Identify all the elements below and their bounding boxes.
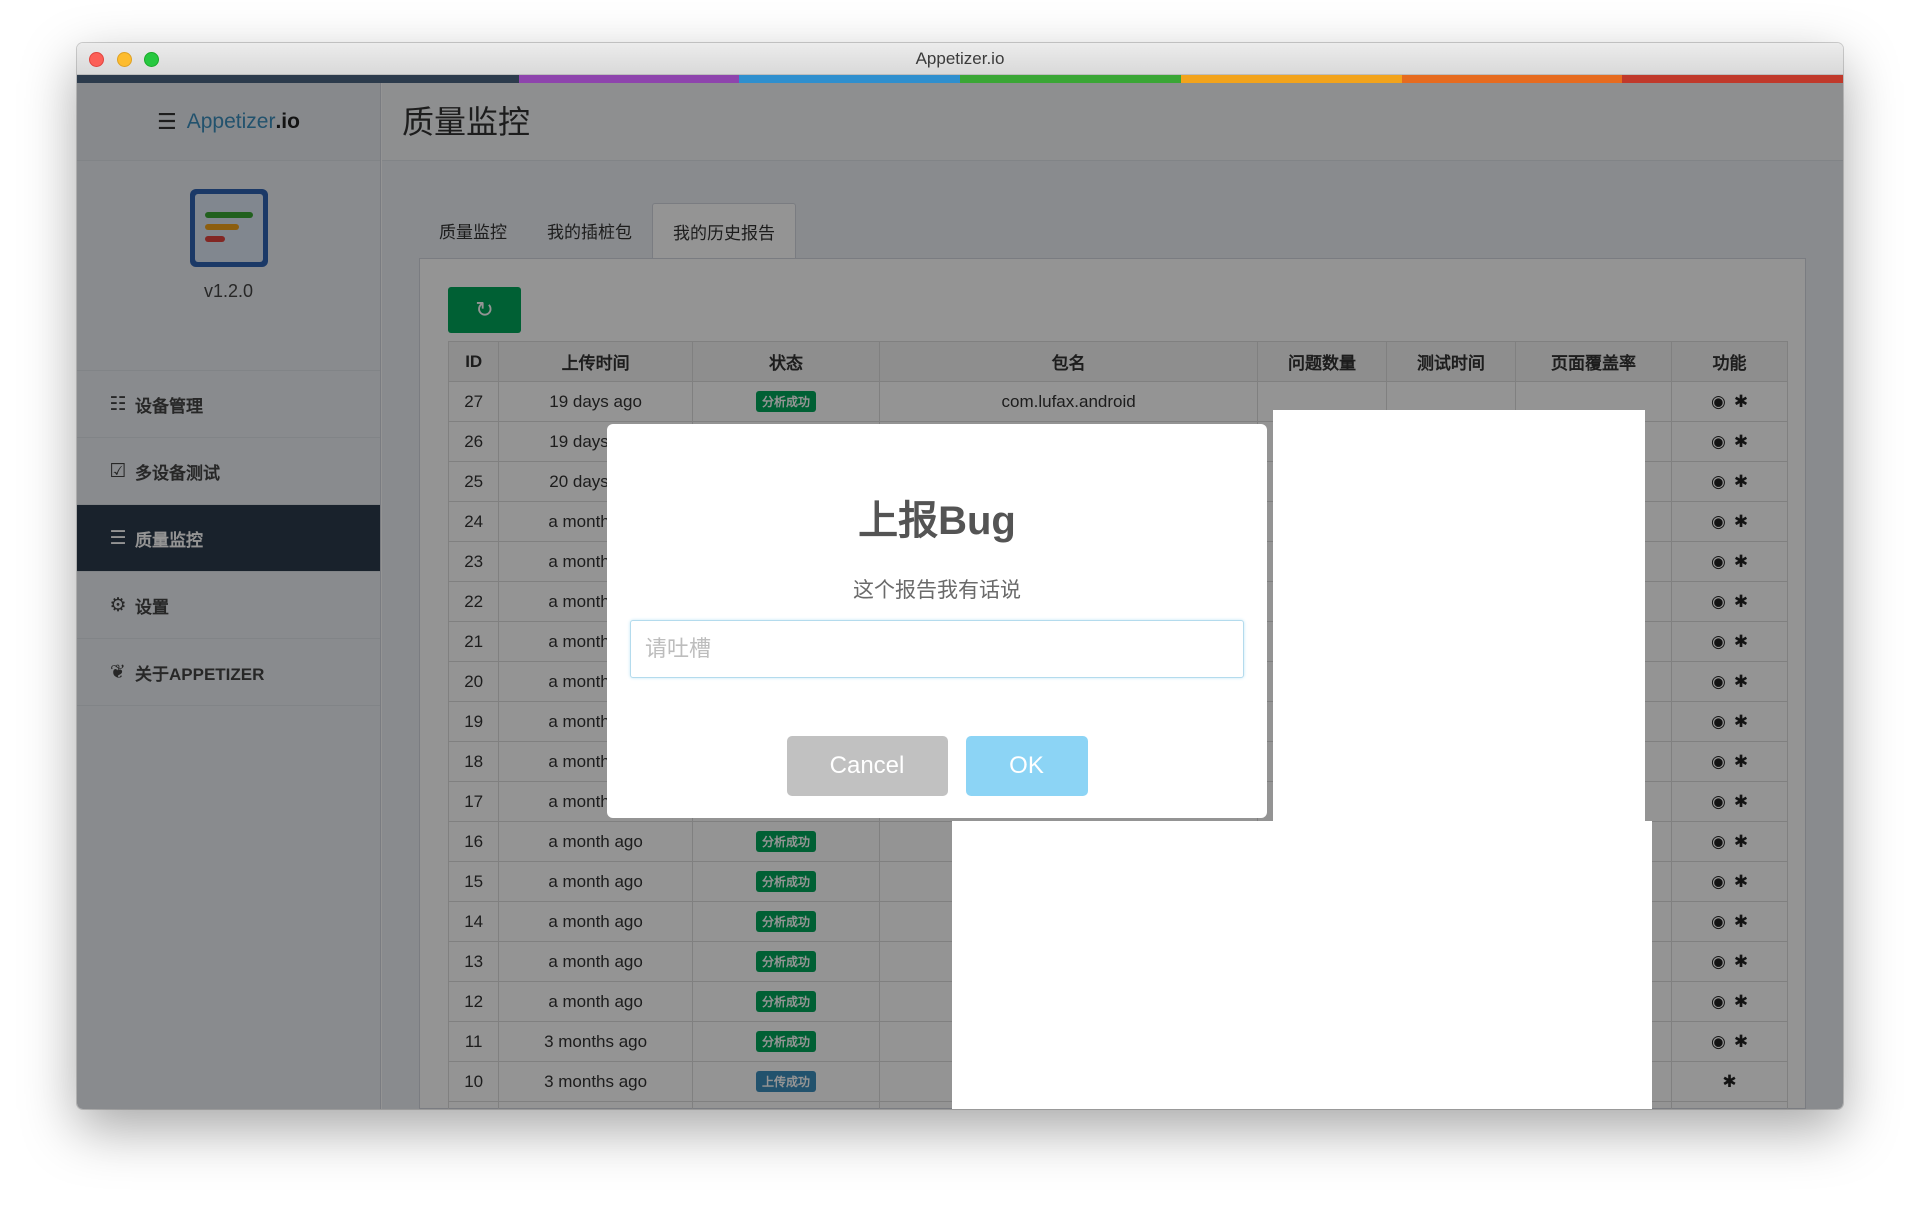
color-strip-segment [960, 75, 1181, 83]
dialog-message: 这个报告我有话说 [853, 579, 1021, 602]
cancel-button[interactable]: Cancel [786, 736, 948, 796]
color-strip-segment [297, 75, 519, 83]
color-strip-segment [77, 75, 298, 83]
window-title: Appetizer.io [915, 49, 1005, 68]
color-strip [77, 75, 1843, 83]
app-window: Appetizer.io ☰ Appetizer .io v1.2.0 ☷ 设备管理… [77, 43, 1843, 1109]
color-strip-segment [739, 75, 960, 83]
title-bar: Appetizer.io [77, 43, 1843, 75]
report-bug-dialog: 上报Bug 这个报告我有话说 Cancel OK [607, 424, 1267, 818]
blank-popup-panel [1273, 410, 1645, 822]
color-strip-segment [1180, 75, 1402, 83]
dialog-buttons: Cancel OK [607, 736, 1267, 796]
dialog-title: 上报Bug [858, 499, 1016, 543]
color-strip-segment [1622, 75, 1843, 83]
ok-button[interactable]: OK [965, 736, 1088, 796]
color-strip-segment [1401, 75, 1623, 83]
bug-comment-input[interactable] [630, 620, 1244, 678]
app-body: ☰ Appetizer .io v1.2.0 ☷ 设备管理 ☑ 多设备测试 ☰ 质量监控 ⚙ 设… [77, 83, 1843, 1109]
color-strip-segment [518, 75, 740, 83]
blank-popup-panel-lower [952, 821, 1652, 1109]
